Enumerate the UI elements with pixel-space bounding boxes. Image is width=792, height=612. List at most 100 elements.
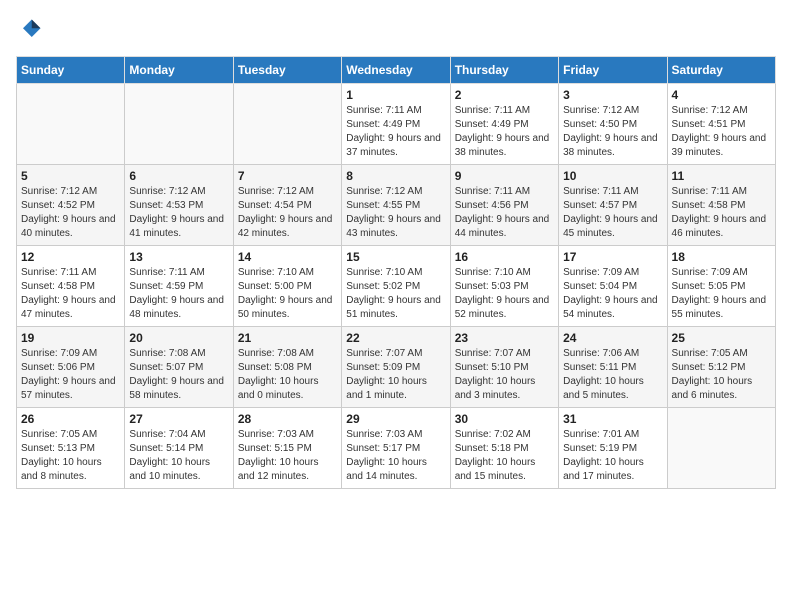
calendar-cell: 28 Sunrise: 7:03 AM Sunset: 5:15 PM Dayli… <box>233 408 341 489</box>
calendar-cell <box>233 84 341 165</box>
day-info: Sunrise: 7:07 AM Sunset: 5:09 PM Dayligh… <box>346 347 445 403</box>
calendar-week-5: 26Sunrise: 7:05 AM Sunset: 5:13 PM Dayli… <box>17 408 776 489</box>
day-info: Sunrise: 7:09 AM Sunset: 5:05 PM Dayligh… <box>672 266 771 322</box>
day-number: 2 <box>455 88 554 102</box>
weekday-header-sunday: Sunday <box>17 57 125 84</box>
day-number: 7 <box>238 169 337 183</box>
weekday-header-wednesday: Wednesday <box>342 57 450 84</box>
calendar-week-2: 5Sunrise: 7:12 AM Sunset: 4:52 PM Daylig… <box>17 165 776 246</box>
calendar-cell: 14 Sunrise: 7:10 AM Sunset: 5:00 PM Dayli… <box>233 246 341 327</box>
calendar-cell: 22 Sunrise: 7:07 AM Sunset: 5:09 PM Dayli… <box>342 327 450 408</box>
calendar-cell: 18 Sunrise: 7:09 AM Sunset: 5:05 PM Dayli… <box>667 246 775 327</box>
day-number: 24 <box>563 331 662 345</box>
day-number: 4 <box>672 88 771 102</box>
calendar-cell: 10 Sunrise: 7:11 AM Sunset: 4:57 PM Dayli… <box>559 165 667 246</box>
calendar-cell: 11Sunrise: 7:11 AM Sunset: 4:58 PM Dayli… <box>667 165 775 246</box>
day-number: 20 <box>129 331 228 345</box>
calendar-cell: 26Sunrise: 7:05 AM Sunset: 5:13 PM Dayli… <box>17 408 125 489</box>
day-number: 12 <box>21 250 120 264</box>
day-number: 19 <box>21 331 120 345</box>
day-number: 30 <box>455 412 554 426</box>
calendar-cell: 23 Sunrise: 7:07 AM Sunset: 5:10 PM Dayli… <box>450 327 558 408</box>
day-number: 13 <box>129 250 228 264</box>
day-number: 10 <box>563 169 662 183</box>
calendar-cell: 31Sunrise: 7:01 AM Sunset: 5:19 PM Dayli… <box>559 408 667 489</box>
day-number: 6 <box>129 169 228 183</box>
day-info: Sunrise: 7:10 AM Sunset: 5:02 PM Dayligh… <box>346 266 445 322</box>
day-number: 23 <box>455 331 554 345</box>
day-info: Sunrise: 7:03 AM Sunset: 5:17 PM Dayligh… <box>346 428 445 484</box>
day-info: Sunrise: 7:10 AM Sunset: 5:03 PM Dayligh… <box>455 266 554 322</box>
day-info: Sunrise: 7:11 AM Sunset: 4:57 PM Dayligh… <box>563 185 662 241</box>
calendar-cell: 16 Sunrise: 7:10 AM Sunset: 5:03 PM Dayli… <box>450 246 558 327</box>
calendar-cell: 15 Sunrise: 7:10 AM Sunset: 5:02 PM Dayli… <box>342 246 450 327</box>
day-info: Sunrise: 7:12 AM Sunset: 4:54 PM Dayligh… <box>238 185 337 241</box>
calendar-cell: 6Sunrise: 7:12 AM Sunset: 4:53 PM Daylig… <box>125 165 233 246</box>
day-info: Sunrise: 7:03 AM Sunset: 5:15 PM Dayligh… <box>238 428 337 484</box>
day-info: Sunrise: 7:02 AM Sunset: 5:18 PM Dayligh… <box>455 428 554 484</box>
calendar-cell: 19 Sunrise: 7:09 AM Sunset: 5:06 PM Dayli… <box>17 327 125 408</box>
day-info: Sunrise: 7:11 AM Sunset: 4:49 PM Dayligh… <box>346 104 445 160</box>
day-info: Sunrise: 7:05 AM Sunset: 5:12 PM Dayligh… <box>672 347 771 403</box>
day-number: 17 <box>563 250 662 264</box>
day-info: Sunrise: 7:11 AM Sunset: 4:58 PM Dayligh… <box>21 266 120 322</box>
logo <box>16 16 48 44</box>
day-info: Sunrise: 7:06 AM Sunset: 5:11 PM Dayligh… <box>563 347 662 403</box>
page-header <box>16 16 776 44</box>
day-info: Sunrise: 7:12 AM Sunset: 4:52 PM Dayligh… <box>21 185 120 241</box>
logo-icon <box>16 16 44 44</box>
day-number: 9 <box>455 169 554 183</box>
calendar-week-1: 1Sunrise: 7:11 AM Sunset: 4:49 PM Daylig… <box>17 84 776 165</box>
weekday-header-friday: Friday <box>559 57 667 84</box>
day-info: Sunrise: 7:09 AM Sunset: 5:06 PM Dayligh… <box>21 347 120 403</box>
day-info: Sunrise: 7:12 AM Sunset: 4:51 PM Dayligh… <box>672 104 771 160</box>
calendar-cell: 5Sunrise: 7:12 AM Sunset: 4:52 PM Daylig… <box>17 165 125 246</box>
calendar-cell <box>17 84 125 165</box>
day-number: 29 <box>346 412 445 426</box>
calendar-cell: 17 Sunrise: 7:09 AM Sunset: 5:04 PM Dayli… <box>559 246 667 327</box>
day-number: 16 <box>455 250 554 264</box>
day-number: 11 <box>672 169 771 183</box>
calendar-cell: 3 Sunrise: 7:12 AM Sunset: 4:50 PM Daylig… <box>559 84 667 165</box>
day-number: 21 <box>238 331 337 345</box>
day-number: 15 <box>346 250 445 264</box>
calendar-cell: 1Sunrise: 7:11 AM Sunset: 4:49 PM Daylig… <box>342 84 450 165</box>
weekday-header-thursday: Thursday <box>450 57 558 84</box>
day-number: 25 <box>672 331 771 345</box>
weekday-header-tuesday: Tuesday <box>233 57 341 84</box>
day-number: 28 <box>238 412 337 426</box>
calendar-table: SundayMondayTuesdayWednesdayThursdayFrid… <box>16 56 776 489</box>
calendar-cell: 7 Sunrise: 7:12 AM Sunset: 4:54 PM Daylig… <box>233 165 341 246</box>
calendar-cell <box>667 408 775 489</box>
calendar-cell: 8Sunrise: 7:12 AM Sunset: 4:55 PM Daylig… <box>342 165 450 246</box>
day-info: Sunrise: 7:11 AM Sunset: 4:59 PM Dayligh… <box>129 266 228 322</box>
calendar-cell: 4 Sunrise: 7:12 AM Sunset: 4:51 PM Daylig… <box>667 84 775 165</box>
day-info: Sunrise: 7:09 AM Sunset: 5:04 PM Dayligh… <box>563 266 662 322</box>
day-info: Sunrise: 7:10 AM Sunset: 5:00 PM Dayligh… <box>238 266 337 322</box>
calendar-cell: 27Sunrise: 7:04 AM Sunset: 5:14 PM Dayli… <box>125 408 233 489</box>
day-number: 26 <box>21 412 120 426</box>
calendar-cell: 2Sunrise: 7:11 AM Sunset: 4:49 PM Daylig… <box>450 84 558 165</box>
day-info: Sunrise: 7:08 AM Sunset: 5:07 PM Dayligh… <box>129 347 228 403</box>
day-number: 27 <box>129 412 228 426</box>
calendar-week-4: 19 Sunrise: 7:09 AM Sunset: 5:06 PM Dayli… <box>17 327 776 408</box>
day-info: Sunrise: 7:08 AM Sunset: 5:08 PM Dayligh… <box>238 347 337 403</box>
calendar-cell: 29 Sunrise: 7:03 AM Sunset: 5:17 PM Dayli… <box>342 408 450 489</box>
calendar-cell: 13 Sunrise: 7:11 AM Sunset: 4:59 PM Dayli… <box>125 246 233 327</box>
calendar-cell: 21 Sunrise: 7:08 AM Sunset: 5:08 PM Dayli… <box>233 327 341 408</box>
calendar-cell: 9Sunrise: 7:11 AM Sunset: 4:56 PM Daylig… <box>450 165 558 246</box>
day-info: Sunrise: 7:12 AM Sunset: 4:50 PM Dayligh… <box>563 104 662 160</box>
day-info: Sunrise: 7:07 AM Sunset: 5:10 PM Dayligh… <box>455 347 554 403</box>
calendar-week-3: 12 Sunrise: 7:11 AM Sunset: 4:58 PM Dayli… <box>17 246 776 327</box>
weekday-header-saturday: Saturday <box>667 57 775 84</box>
day-number: 3 <box>563 88 662 102</box>
day-number: 14 <box>238 250 337 264</box>
day-number: 18 <box>672 250 771 264</box>
day-info: Sunrise: 7:01 AM Sunset: 5:19 PM Dayligh… <box>563 428 662 484</box>
day-info: Sunrise: 7:12 AM Sunset: 4:55 PM Dayligh… <box>346 185 445 241</box>
calendar-cell: 30 Sunrise: 7:02 AM Sunset: 5:18 PM Dayli… <box>450 408 558 489</box>
calendar-header-row: SundayMondayTuesdayWednesdayThursdayFrid… <box>17 57 776 84</box>
weekday-header-monday: Monday <box>125 57 233 84</box>
day-number: 22 <box>346 331 445 345</box>
calendar-cell <box>125 84 233 165</box>
